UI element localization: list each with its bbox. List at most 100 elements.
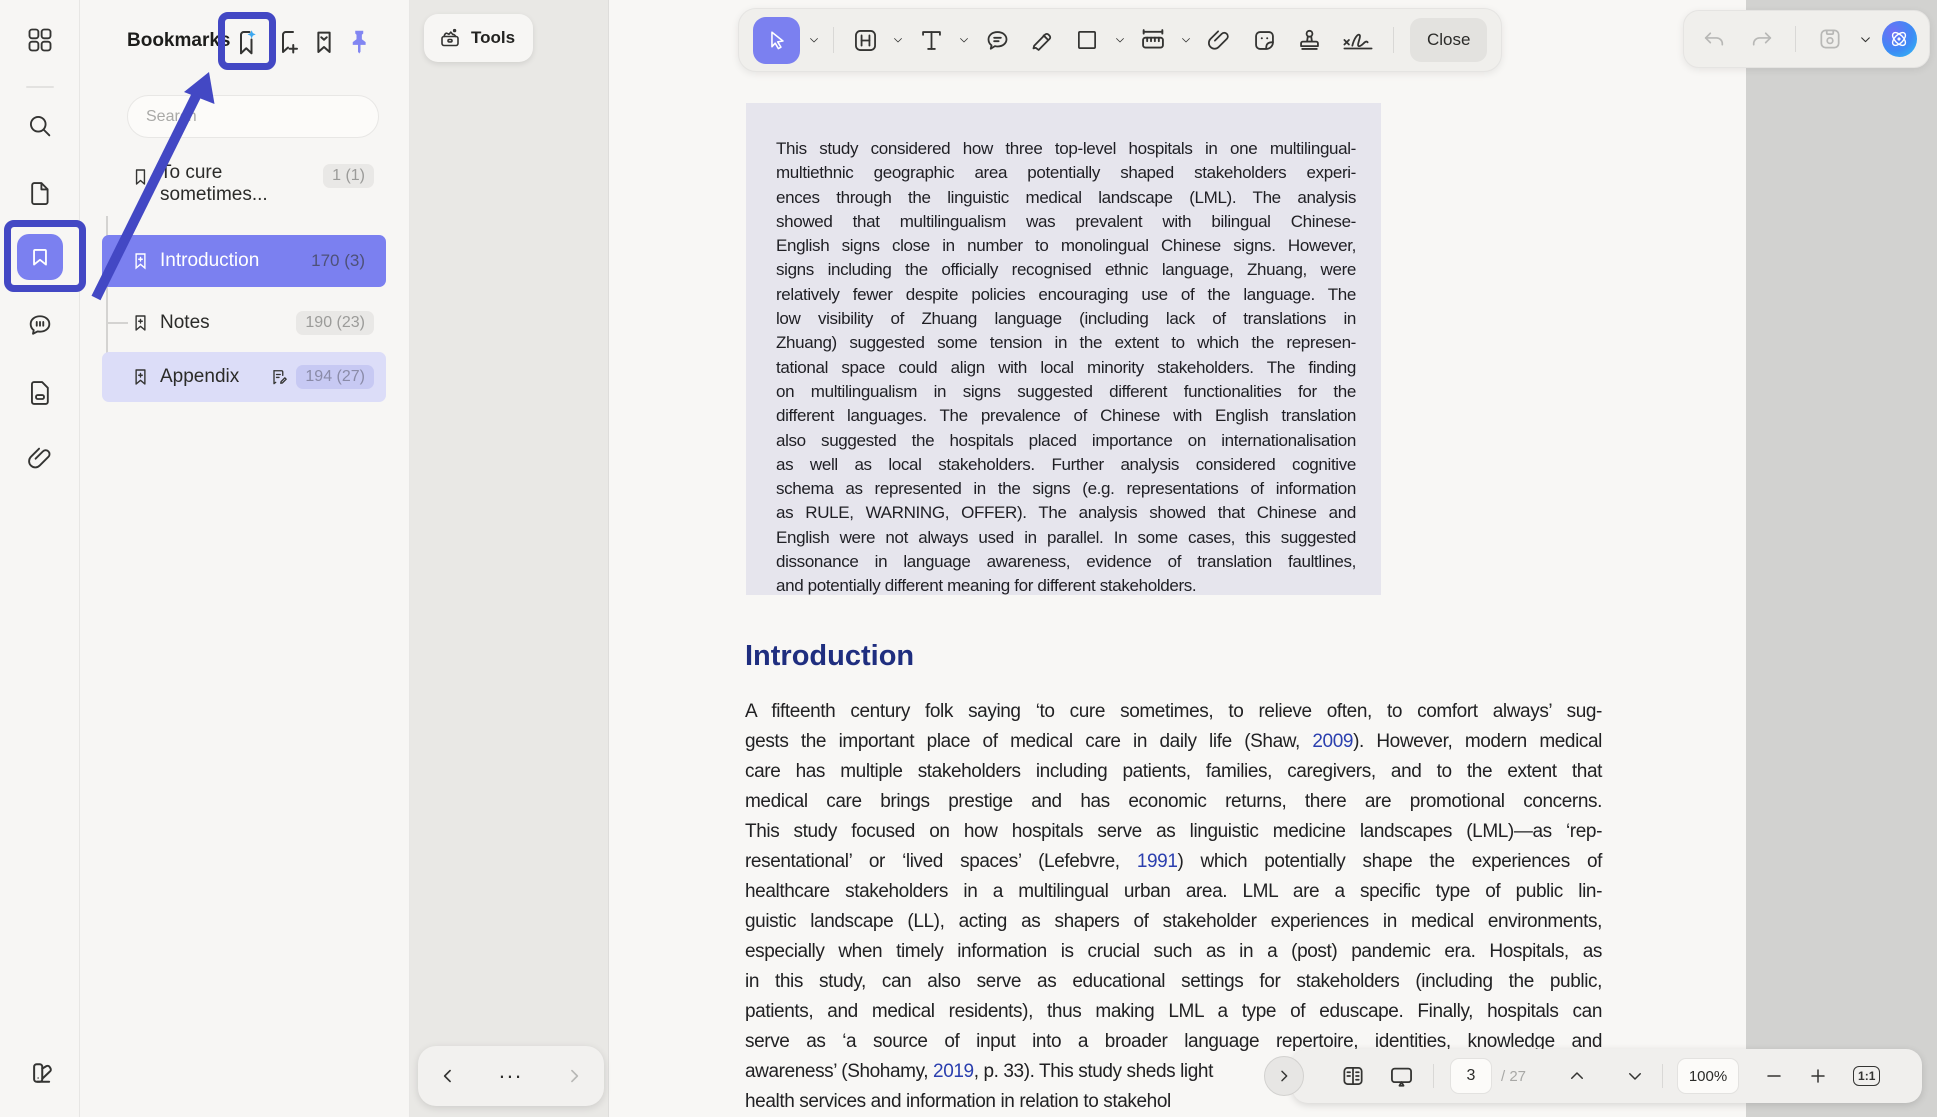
attachment-tool[interactable]: [1200, 18, 1238, 62]
bookmark-item-introduction[interactable]: Introduction 170 (3): [102, 235, 386, 287]
bookmark-item-notes[interactable]: Notes 190 (23): [102, 299, 386, 347]
shape-tool[interactable]: [1068, 18, 1106, 62]
stamp-tool[interactable]: [1290, 18, 1328, 62]
close-button[interactable]: Close: [1410, 18, 1487, 62]
paperclip-icon[interactable]: [26, 444, 54, 472]
shape-tool-dropdown[interactable]: [1113, 18, 1127, 62]
text-line: schema as represented in the signs (e.g.…: [776, 477, 1356, 501]
sticker-tool[interactable]: [1245, 18, 1283, 62]
panel-title: Bookmarks: [127, 30, 231, 52]
redo-icon[interactable]: [1743, 17, 1780, 61]
presentation-icon[interactable]: [1388, 1063, 1415, 1090]
heading-tool[interactable]: [846, 18, 884, 62]
grid-icon[interactable]: [26, 26, 54, 54]
bookmark-item-root[interactable]: To cure sometimes... 1 (1): [102, 156, 386, 222]
bookmark-badge: 190 (23): [296, 311, 374, 335]
left-rail: [0, 0, 80, 1117]
swatches-icon[interactable]: [26, 1058, 54, 1086]
expand-panel-button[interactable]: [1264, 1056, 1304, 1096]
add-bookmark-icon[interactable]: [273, 26, 303, 58]
text-line: ences through the linguistic medical lan…: [776, 186, 1356, 210]
text-line: dissonance in language awareness, eviden…: [776, 550, 1356, 574]
text-line: resentational’ or ‘lived spaces’ (Lefebv…: [745, 847, 1602, 877]
text-line: guistic landscape (LL), acting as shaper…: [745, 907, 1602, 937]
measure-tool[interactable]: [1134, 18, 1172, 62]
text-line: different languages. The prevalence of C…: [776, 404, 1356, 428]
bookmark-badge: 170 (3): [302, 248, 374, 274]
page-icon[interactable]: [26, 179, 54, 207]
actual-size-button[interactable]: 1:1: [1853, 1066, 1880, 1086]
tools-button[interactable]: Tools: [424, 14, 533, 62]
save-dropdown[interactable]: [1858, 17, 1872, 61]
bookmarks-panel: Bookmarks To cure sometimes... 1 (1) Int…: [80, 0, 410, 1117]
edit-bookmark-icon[interactable]: [269, 366, 289, 388]
pin-icon[interactable]: [344, 26, 374, 58]
document-view: This study considered how three top-leve…: [609, 0, 1746, 1117]
previous-page-icon[interactable]: [1568, 1067, 1586, 1085]
zoom-level[interactable]: 100%: [1677, 1058, 1739, 1094]
chevron-left-icon[interactable]: [438, 1066, 458, 1086]
text-line: gests the important place of medical car…: [745, 727, 1602, 757]
text-tool[interactable]: [912, 18, 950, 62]
more-options-icon[interactable]: ...: [499, 1066, 523, 1086]
select-tool-dropdown[interactable]: [807, 18, 821, 62]
bookmark-item-appendix[interactable]: Appendix 194 (27): [102, 352, 386, 402]
zoom-value: 100%: [1689, 1068, 1727, 1085]
ai-assistant-icon[interactable]: [1882, 21, 1917, 57]
abstract-text: This study considered how three top-leve…: [776, 137, 1356, 599]
section-heading: Introduction: [745, 640, 914, 673]
text-line: also suggested the hospitals placed impo…: [776, 429, 1356, 453]
ai-bookmark-icon[interactable]: [231, 26, 261, 58]
comment-icon[interactable]: [26, 311, 54, 339]
citation-link[interactable]: 1991: [1137, 851, 1178, 872]
highlight-tool[interactable]: [1023, 18, 1061, 62]
save-icon[interactable]: [1811, 17, 1848, 61]
citation-link[interactable]: 2019: [933, 1061, 974, 1082]
text-line: multiethnic geographic area potentially …: [776, 161, 1356, 185]
measure-tool-dropdown[interactable]: [1179, 18, 1193, 62]
abstract-box: This study considered how three top-leve…: [746, 103, 1381, 595]
zoom-out-icon[interactable]: [1765, 1067, 1783, 1085]
text-line: healthcare stakeholders in a multilingua…: [745, 877, 1602, 907]
comment-tool[interactable]: [978, 18, 1016, 62]
cursor-icon: [766, 29, 788, 51]
text-line: English signs close in number to monolin…: [776, 234, 1356, 258]
search-input[interactable]: [127, 95, 379, 138]
heading-tool-dropdown[interactable]: [891, 18, 905, 62]
next-page-icon[interactable]: [1626, 1067, 1644, 1085]
remove-bookmark-icon[interactable]: [309, 26, 339, 58]
text-line: A fifteenth century folk saying ‘to cure…: [745, 697, 1602, 727]
text-tool-dropdown[interactable]: [957, 18, 971, 62]
divider: [1393, 27, 1394, 53]
page-total: / 27: [1501, 1068, 1526, 1085]
bookmark-label: To cure sometimes...: [160, 162, 272, 206]
divider: [1795, 26, 1796, 52]
toolbox-icon: [438, 26, 462, 50]
text-line: showed that multilingualism was prevalen…: [776, 210, 1356, 234]
signature-tool[interactable]: [1335, 18, 1381, 62]
zoom-in-icon[interactable]: [1809, 1067, 1827, 1085]
divider: [1662, 1064, 1663, 1088]
select-tool[interactable]: [753, 17, 800, 64]
undo-icon[interactable]: [1696, 17, 1733, 61]
citation-link[interactable]: 2009: [1312, 731, 1353, 752]
divider: [833, 27, 834, 53]
file-toolbar: [1683, 10, 1930, 68]
bookmark-label: Notes: [160, 312, 210, 334]
chevron-right-icon[interactable]: [564, 1066, 584, 1086]
page-number-input[interactable]: [1450, 1058, 1492, 1094]
bookmark-badge: 194 (27): [296, 365, 374, 389]
text-line: Zhuang) suggested some tension in the ex…: [776, 331, 1356, 355]
search-icon[interactable]: [26, 112, 54, 140]
bookmark-label: Introduction: [160, 250, 259, 272]
bookmark-icon[interactable]: [17, 234, 63, 280]
text-line: as RULE, WARNING, OFFER). The analysis s…: [776, 501, 1356, 525]
text-line: especially when timely information is cr…: [745, 937, 1602, 967]
file-icon[interactable]: [26, 378, 54, 406]
text-line: medical care brings prestige and has eco…: [745, 787, 1602, 817]
reading-mode-icon[interactable]: [1340, 1063, 1366, 1089]
bookmark-badge: 1 (1): [323, 164, 374, 188]
text-line: and potentially different meaning for di…: [776, 574, 1356, 598]
text-line: tational space could align with local mi…: [776, 356, 1356, 380]
rail-divider: [26, 86, 54, 88]
